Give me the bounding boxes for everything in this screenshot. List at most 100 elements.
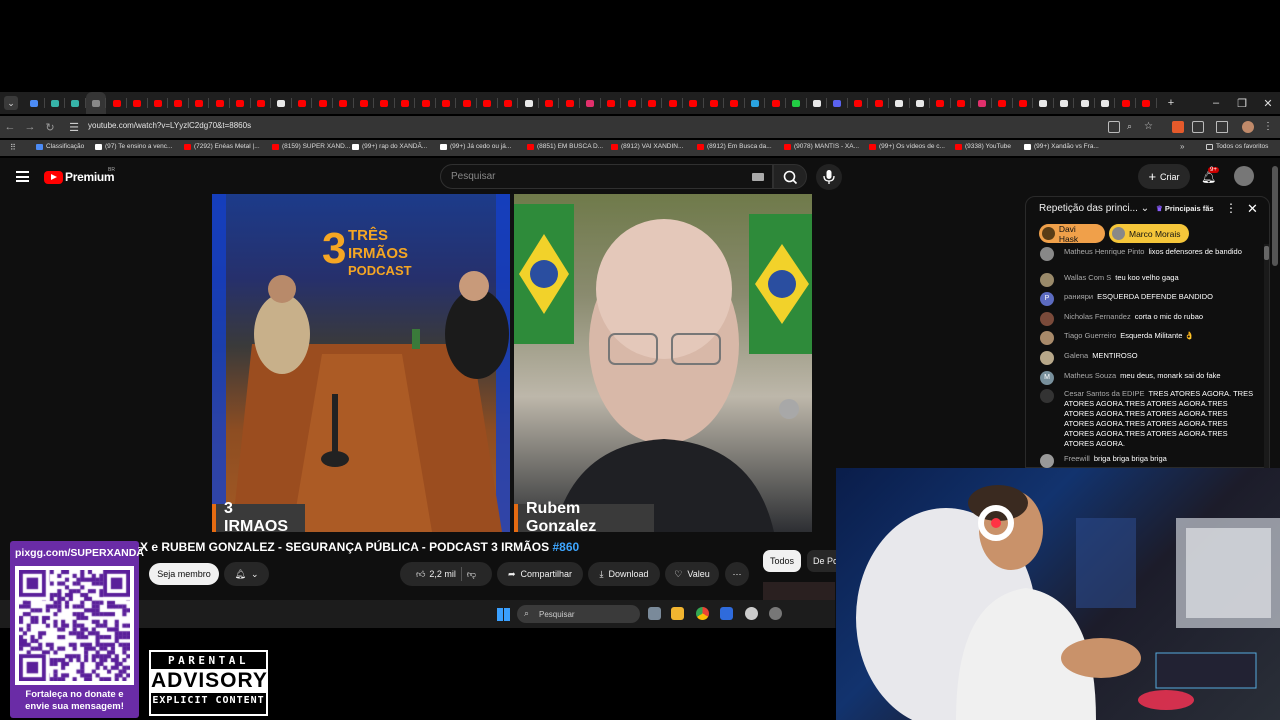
chat-mode-selector[interactable]: Repetição das princi... ⌄ — [1039, 203, 1149, 214]
browser-tab[interactable] — [477, 92, 498, 114]
browser-tab[interactable] — [807, 92, 828, 114]
browser-tab[interactable] — [1013, 92, 1034, 114]
profile-avatar-icon[interactable] — [1242, 121, 1254, 133]
extension-icon[interactable] — [1172, 121, 1184, 133]
account-avatar[interactable] — [1234, 166, 1254, 186]
bookmark-item[interactable]: (99+) Já cedo ou já... — [440, 143, 511, 150]
dislike-button[interactable]: 👎︎ — [467, 569, 476, 580]
create-button[interactable]: + Criar — [1138, 164, 1190, 189]
recommended-thumbnail[interactable] — [763, 582, 835, 600]
bookmark-item[interactable]: (8159) SUPER XAND... — [272, 143, 350, 150]
browser-tab[interactable] — [601, 92, 622, 114]
browser-tab[interactable] — [642, 92, 663, 114]
chip-all[interactable]: Todos — [763, 550, 801, 572]
chat-author[interactable]: Wallas Com S — [1064, 273, 1111, 282]
browser-tab[interactable] — [395, 92, 416, 114]
new-tab-button[interactable]: + — [1158, 92, 1184, 114]
bookmark-item[interactable]: (9338) YouTube — [955, 143, 1011, 150]
zoom-icon[interactable]: ⌕ — [1127, 121, 1139, 133]
bookmark-item[interactable]: (7292) Enéas Metal |... — [184, 143, 260, 150]
browser-tab[interactable] — [992, 92, 1013, 114]
chrome-icon[interactable] — [696, 607, 709, 620]
browser-tab[interactable] — [209, 92, 230, 114]
premium-wordmark[interactable]: Premium — [65, 170, 115, 184]
chat-author[interactable]: Tiago Guerreiro — [1064, 331, 1116, 340]
chat-author[interactable]: Matheus Souza — [1064, 371, 1116, 380]
chat-message[interactable]: Tiago Guerreiro Esquerda Militante 👌 — [1040, 331, 1258, 345]
browser-tab[interactable] — [189, 92, 210, 114]
browser-tab[interactable] — [24, 92, 45, 114]
thanks-button[interactable]: ♡ Valeu — [665, 562, 719, 586]
chat-message[interactable]: Cesar Santos da EDIPE TRES ATORES AGORA. … — [1040, 389, 1258, 449]
browser-tab[interactable] — [580, 92, 601, 114]
browser-tab[interactable] — [683, 92, 704, 114]
bookmark-item[interactable]: Classificação — [36, 143, 84, 150]
browser-tab[interactable] — [518, 92, 539, 114]
like-button[interactable]: 👍︎ 2,2 mil — [416, 569, 456, 580]
chat-scrollbar[interactable] — [1264, 244, 1269, 468]
bookmark-item[interactable]: (8912) VAI XANDIN... — [611, 143, 683, 150]
app-icon[interactable] — [720, 607, 733, 620]
browser-tab[interactable] — [230, 92, 251, 114]
browser-tab[interactable] — [724, 92, 745, 114]
chat-message[interactable]: Matheus Henrique Pinto lixos defensores d… — [1040, 247, 1258, 261]
chat-message[interactable]: Freewill briga briga briga briga — [1040, 454, 1258, 468]
browser-tab[interactable] — [333, 92, 354, 114]
maximize-icon[interactable]: ❐ — [1229, 92, 1255, 114]
chat-author[interactable]: Nicholas Fernandez — [1064, 312, 1131, 321]
tab-search-icon[interactable]: ⌄ — [4, 96, 18, 110]
reload-icon[interactable]: ↻ — [40, 117, 60, 137]
extensions-puzzle-icon[interactable] — [1192, 121, 1204, 133]
bookmark-item[interactable]: (99+) Os vídeos de c... — [869, 143, 945, 150]
browser-tab[interactable] — [85, 92, 107, 114]
bookmark-item[interactable]: (99+) rap do XANDÃ... — [352, 143, 427, 150]
browser-tab[interactable] — [621, 92, 642, 114]
page-scrollbar[interactable] — [1272, 166, 1278, 266]
more-bookmarks-icon[interactable]: » — [1180, 142, 1184, 151]
more-actions-button[interactable]: ⋯ — [725, 562, 749, 586]
voice-search-button[interactable] — [816, 164, 842, 190]
chat-message[interactable]: Nicholas Fernandez corta o mic do rubao — [1040, 312, 1258, 326]
browser-tab[interactable] — [910, 92, 931, 114]
browser-tab[interactable] — [786, 92, 807, 114]
site-info-icon[interactable]: ☰ — [64, 117, 84, 137]
browser-tab[interactable] — [292, 92, 313, 114]
browser-tab[interactable] — [436, 92, 457, 114]
bookmark-item[interactable]: (8851) EM BUSCA D... — [527, 143, 603, 150]
browser-tab[interactable] — [1115, 92, 1136, 114]
browser-tab[interactable] — [106, 92, 127, 114]
browser-tab[interactable] — [415, 92, 436, 114]
obs-icon[interactable] — [745, 607, 758, 620]
browser-tab[interactable] — [1095, 92, 1116, 114]
chat-author[interactable]: Freewill — [1064, 454, 1090, 463]
browser-tab[interactable] — [868, 92, 889, 114]
search-button[interactable] — [773, 164, 807, 189]
chat-author[interactable]: Cesar Santos da EDIPE — [1064, 389, 1144, 398]
browser-tab[interactable] — [271, 92, 292, 114]
bookmark-item[interactable]: (8912) Em Busca da... — [697, 143, 772, 150]
browser-menu-icon[interactable]: ⋮ — [1263, 121, 1275, 133]
chat-message[interactable]: Pранияри ESQUERDA DEFENDE BANDIDO — [1040, 292, 1258, 306]
chat-message[interactable]: Galena MENTIROSO — [1040, 351, 1258, 365]
chip-other[interactable]: De Po — [807, 550, 837, 572]
video-hashtag[interactable]: #860 — [552, 540, 579, 554]
chat-author[interactable]: Galena — [1064, 351, 1088, 360]
chat-close-icon[interactable]: ✕ — [1247, 201, 1258, 217]
browser-tab[interactable] — [971, 92, 992, 114]
browser-tab[interactable] — [65, 92, 86, 114]
settings-gear-icon[interactable] — [769, 607, 782, 620]
download-button[interactable]: ⤓ Download — [588, 562, 660, 586]
back-icon[interactable]: ← — [0, 117, 20, 137]
apps-grid-icon[interactable]: ⠿ — [10, 143, 16, 152]
windows-start-icon[interactable] — [497, 608, 510, 621]
browser-tab[interactable] — [127, 92, 148, 114]
chat-message[interactable]: M Matheus Souza meu deus, monark sai do fa… — [1040, 371, 1258, 385]
browser-tab[interactable] — [745, 92, 766, 114]
browser-tab[interactable] — [312, 92, 333, 114]
browser-tab[interactable] — [374, 92, 395, 114]
browser-tab[interactable] — [1054, 92, 1075, 114]
browser-tab[interactable] — [951, 92, 972, 114]
chat-author[interactable]: Matheus Henrique Pinto — [1064, 247, 1144, 256]
chat-author[interactable]: ранияри — [1064, 292, 1093, 301]
subscribe-bell-button[interactable]: 🔔︎ ⌄ — [224, 562, 269, 586]
